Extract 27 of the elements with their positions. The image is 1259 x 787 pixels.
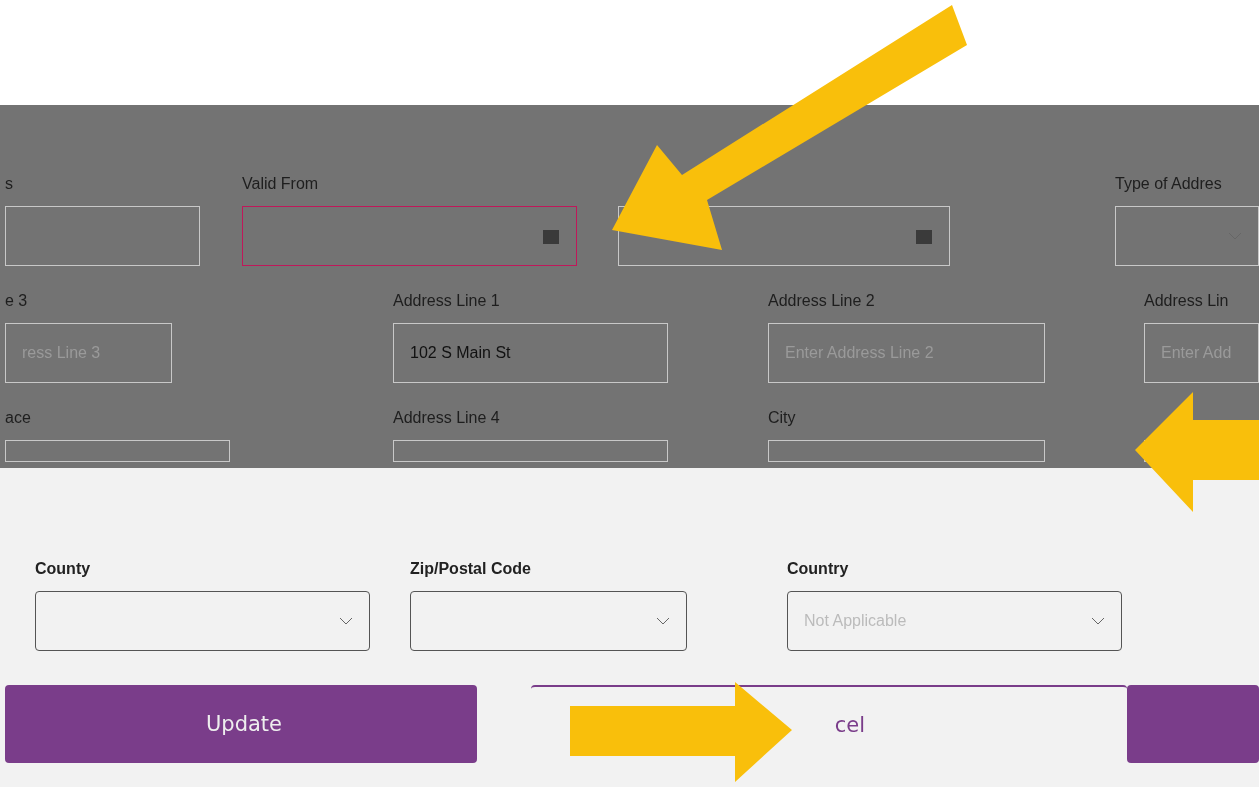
select-field[interactable]: [35, 591, 370, 651]
chevron-down-icon: [656, 617, 670, 625]
input-field[interactable]: [393, 440, 668, 462]
field-label: City: [768, 409, 797, 428]
input-field[interactable]: [768, 440, 1045, 462]
input-field[interactable]: [5, 206, 200, 266]
field-label: Address Line 4: [393, 409, 501, 428]
field-value: 102 S Main St: [410, 344, 511, 362]
field-label: Type of Addres: [1115, 175, 1223, 194]
date-field[interactable]: [618, 206, 950, 266]
field-label: Address Line 2: [768, 292, 876, 311]
select-field[interactable]: [410, 591, 687, 651]
field-label: Address Line 1: [393, 292, 501, 311]
field-label: Zip/Postal Code: [410, 560, 532, 579]
chevron-down-icon: [339, 617, 353, 625]
date-field[interactable]: [242, 206, 577, 266]
field-label: Address Lin: [1144, 292, 1230, 311]
field-label: County: [35, 560, 92, 579]
update-button[interactable]: Update: [5, 685, 477, 763]
input-field[interactable]: 102 S Main St: [393, 323, 668, 383]
field-label: Valid From: [242, 175, 320, 194]
chevron-down-icon: [1091, 617, 1105, 625]
field-label: e 3: [5, 292, 29, 311]
field-label: Country: [787, 560, 850, 579]
field-label: ace: [5, 409, 32, 428]
field-label: s: [5, 175, 14, 194]
input-field[interactable]: [5, 440, 230, 462]
